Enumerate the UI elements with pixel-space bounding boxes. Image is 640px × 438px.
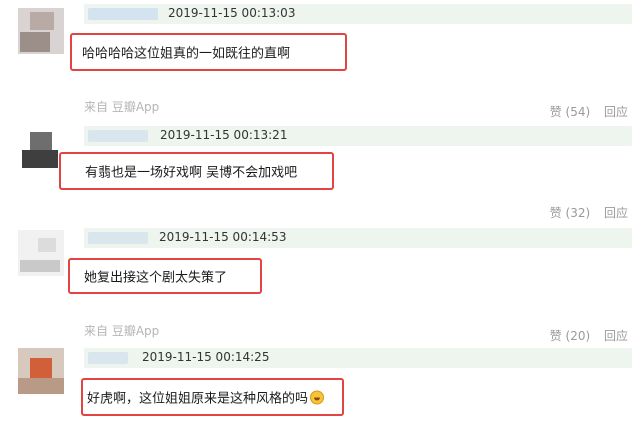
comment-timestamp: 2019-11-15 00:14:53 <box>159 230 287 244</box>
comment-text-highlight: 好虎啊，这位姐姐原来是这种风格的吗 <box>81 378 344 416</box>
comment-item: 2019-11-15 00:13:21 有翡也是一场好戏啊 吴博不会加戏吧 赞 … <box>0 120 640 220</box>
reply-button[interactable]: 回应 <box>604 329 628 343</box>
username-blurred[interactable] <box>88 232 148 244</box>
comment-actions: 赞 (20) 回应 <box>540 327 628 344</box>
like-button[interactable]: 赞 (32) <box>550 206 590 220</box>
reply-button[interactable]: 回应 <box>604 105 628 119</box>
comment-header: 2019-11-15 00:13:21 <box>84 126 632 146</box>
comment-text: 有翡也是一场好戏啊 吴博不会加戏吧 <box>85 165 298 181</box>
comment-text-highlight: 哈哈哈哈这位姐真的一如既往的直啊 <box>70 33 347 71</box>
comment-timestamp: 2019-11-15 00:13:21 <box>160 128 288 142</box>
comment-timestamp: 2019-11-15 00:13:03 <box>168 6 296 20</box>
avatar[interactable] <box>18 8 64 54</box>
comment-actions: 赞 (32) 回应 <box>540 204 628 221</box>
comment-text-content: 好虎啊，这位姐姐原来是这种风格的吗 <box>87 391 309 407</box>
comment-text-highlight: 有翡也是一场好戏啊 吴博不会加戏吧 <box>59 152 334 190</box>
comment-item: 2019-11-15 00:13:03 哈哈哈哈这位姐真的一如既往的直啊 来自 … <box>0 0 640 120</box>
comment-source: 来自 豆瓣App <box>84 100 160 114</box>
comment-text-highlight: 她复出接这个剧太失策了 <box>68 258 262 294</box>
comment-text: 好虎啊，这位姐姐原来是这种风格的吗 <box>87 388 325 407</box>
comment-text: 哈哈哈哈这位姐真的一如既往的直啊 <box>82 46 291 62</box>
username-blurred[interactable] <box>88 8 158 20</box>
username-blurred[interactable] <box>88 130 148 142</box>
comment-actions: 赞 (54) 回应 <box>540 103 628 120</box>
comment-header: 2019-11-15 00:14:25 <box>84 348 632 368</box>
username-blurred[interactable] <box>88 352 128 364</box>
comment-text: 她复出接这个剧太失策了 <box>84 270 228 286</box>
comment-source: 来自 豆瓣App <box>84 324 160 338</box>
comment-item: 2019-11-15 00:14:53 她复出接这个剧太失策了 来自 豆瓣App… <box>0 226 640 346</box>
avatar[interactable] <box>18 348 64 394</box>
avatar[interactable] <box>18 128 64 174</box>
avatar[interactable] <box>18 230 64 276</box>
comment-header: 2019-11-15 00:13:03 <box>84 4 632 24</box>
like-button[interactable]: 赞 (54) <box>550 105 590 119</box>
grinning-face-emoji-icon <box>310 390 325 405</box>
comment-header: 2019-11-15 00:14:53 <box>84 228 632 248</box>
comment-item: 2019-11-15 00:14:25 好虎啊，这位姐姐原来是这种风格的吗 <box>0 346 640 438</box>
comment-timestamp: 2019-11-15 00:14:25 <box>142 350 270 364</box>
reply-button[interactable]: 回应 <box>604 206 628 220</box>
like-button[interactable]: 赞 (20) <box>550 329 590 343</box>
